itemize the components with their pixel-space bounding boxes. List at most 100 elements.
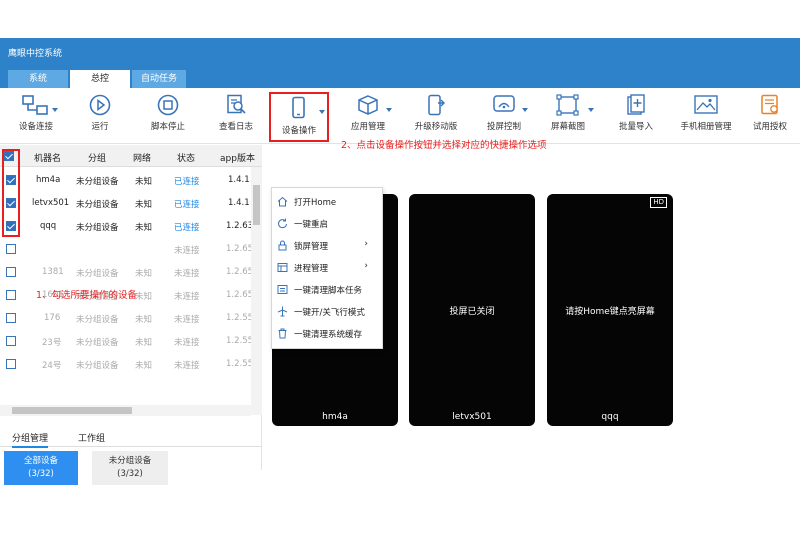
card-device-name: qqq [601,412,619,422]
cell-group: 未分组设备 [76,269,119,279]
table-row[interactable]: 23号 未分组设备 未知 未连接 1.2.55 [0,330,253,353]
cell-app-version: 1.2.55 [226,313,254,323]
group-all-devices-button[interactable]: 全部设备 (3/32) [4,451,78,485]
menu-item-process-management[interactable]: 进程管理 › [272,257,384,279]
column-group[interactable]: 分组 [88,151,106,164]
cell-status: 已连接 [174,177,200,187]
tab-system[interactable]: 系统 [8,70,68,88]
cell-network: 未知 [135,269,153,279]
column-network[interactable]: 网络 [133,151,151,164]
cell-status: 未连接 [174,361,200,371]
device-screen-card[interactable]: HD 请按Home键点亮屏幕 qqq [547,194,673,426]
airplane-icon [277,306,288,317]
row-checkbox[interactable] [6,313,16,323]
menu-item-restart[interactable]: 一键重启 [272,213,384,235]
cell-machine-name: hm4a [36,175,61,185]
cell-app-version: 1.2.65 [226,244,254,254]
menu-item-clean-system-cache[interactable]: 一键清理系统缓存 [272,323,384,345]
scrollbar-thumb[interactable] [253,185,260,225]
annotation-step-2: 2、点击设备操作按钮并选择对应的快捷操作选项 [341,140,547,151]
tab-master-control[interactable]: 总控 [70,70,130,88]
trial-license-button[interactable]: 试用授权 [742,94,798,140]
chevron-down-icon [522,108,528,112]
upgrade-mobile-button[interactable]: 升级移动版 [408,94,464,140]
cell-status: 未连接 [174,338,200,348]
cast-control-button[interactable]: 投屏控制 [476,94,532,140]
cell-status: 已连接 [174,223,200,233]
menu-item-lock-management[interactable]: 锁屏管理 › [272,235,384,257]
batch-import-button[interactable]: 批量导入 [608,94,664,140]
table-row[interactable]: 未连接 1.2.65 [0,238,254,261]
screenshot-icon [556,94,579,116]
cell-network: 未知 [135,315,153,325]
tab-workgroup[interactable]: 工作组 [78,431,105,444]
row-checkbox[interactable] [6,336,16,346]
row-checkbox[interactable] [6,359,16,369]
home-icon [277,196,288,207]
album-management-button[interactable]: 手机相册管理 [676,94,736,140]
cell-app-version: 1.2.63 [226,221,254,231]
trial-license-label: 试用授权 [752,122,787,132]
chevron-down-icon [588,108,594,112]
table-row[interactable]: 176 未分组设备 未知 未连接 1.2.55 [0,307,254,330]
app-management-button[interactable]: 应用管理 [340,94,396,140]
clean-script-icon [277,285,288,294]
cell-group: 未分组设备 [76,177,119,187]
menu-item-label: 一键重启 [294,220,329,230]
group-ungrouped-button[interactable]: 未分组设备 (3/32) [92,451,168,485]
table-row[interactable]: letvx501 未分组设备 未知 已连接 1.4.1 [0,192,252,215]
column-status[interactable]: 状态 [177,151,195,164]
cell-group: 未分组设备 [76,200,119,210]
highlight-box-checkboxes [2,149,20,237]
menu-item-label: 锁屏管理 [294,242,329,252]
phone-icon [292,96,305,119]
cell-app-version: 1.2.55 [226,359,254,369]
import-icon [627,94,645,115]
menu-item-open-home[interactable]: 打开Home [272,191,384,213]
horizontal-scrollbar[interactable] [0,405,251,416]
tab-auto-task[interactable]: 自动任务 [132,70,186,88]
lock-icon [278,240,287,251]
script-stop-button[interactable]: 脚本停止 [140,94,196,140]
device-connect-button[interactable]: 设备连接 [8,94,64,140]
device-operation-button[interactable]: 设备操作 [269,92,329,142]
device-screen-card[interactable]: 投屏已关闭 letvx501 [409,194,535,426]
screenshot-button[interactable]: 屏幕截图 [540,94,596,140]
tab-group-management[interactable]: 分组管理 [12,431,49,448]
run-button[interactable]: 运行 [72,94,128,140]
script-stop-label: 脚本停止 [150,122,185,132]
upgrade-mobile-icon [428,94,445,116]
group-count: (3/32) [28,469,54,479]
log-icon [227,94,246,114]
cell-network: 未知 [135,361,153,371]
table-row[interactable]: hm4a 未分组设备 未知 已连接 1.4.1 [0,169,252,192]
cell-network: 未知 [135,292,153,302]
group-label: 全部设备 [23,456,58,466]
cell-app-version: 1.2.65 [226,267,254,277]
trash-icon [278,328,287,339]
album-management-label: 手机相册管理 [680,122,732,132]
table-row[interactable]: 24号 未分组设备 未知 未连接 1.2.55 [0,353,254,376]
column-machine-name[interactable]: 机器名 [34,151,61,164]
upgrade-mobile-label: 升级移动版 [414,122,458,132]
view-log-button[interactable]: 查看日志 [208,94,264,140]
scrollbar-thumb[interactable] [12,407,132,414]
cell-status: 已连接 [174,200,200,210]
row-checkbox[interactable] [6,267,16,277]
table-row[interactable]: qqq 未分组设备 未知 已连接 1.2.63 [0,215,254,238]
row-checkbox[interactable] [6,290,16,300]
cell-machine-name: 176 [44,313,61,323]
stop-icon [157,94,179,116]
menu-item-airplane-mode[interactable]: 一键开/关飞行模式 [272,301,384,323]
cell-status: 未连接 [174,269,200,279]
card-device-name: hm4a [322,412,348,422]
menu-item-clean-script-tasks[interactable]: 一键清理脚本任务 [272,279,384,301]
device-list-panel: 机器名 分组 网络 状态 app版本 hm4a 未分组设备 未知 已连接 1.4… [0,145,262,485]
row-checkbox[interactable] [6,244,16,254]
column-app-version[interactable]: app版本 [220,151,255,164]
device-operation-menu: 打开Home 一键重启 锁屏管理 › 进程管理 › 一键清理脚本任务 一键开/关… [271,187,383,349]
vertical-scrollbar[interactable] [251,167,262,415]
table-row[interactable]: 1381 未分组设备 未知 未连接 1.2.65 [0,261,254,284]
card-message: 投屏已关闭 [449,307,495,317]
toolbar: 设备连接 运行 脚本停止 查看日志 设备操作 应用管理 升级移动版 投屏控制 屏… [0,88,800,144]
